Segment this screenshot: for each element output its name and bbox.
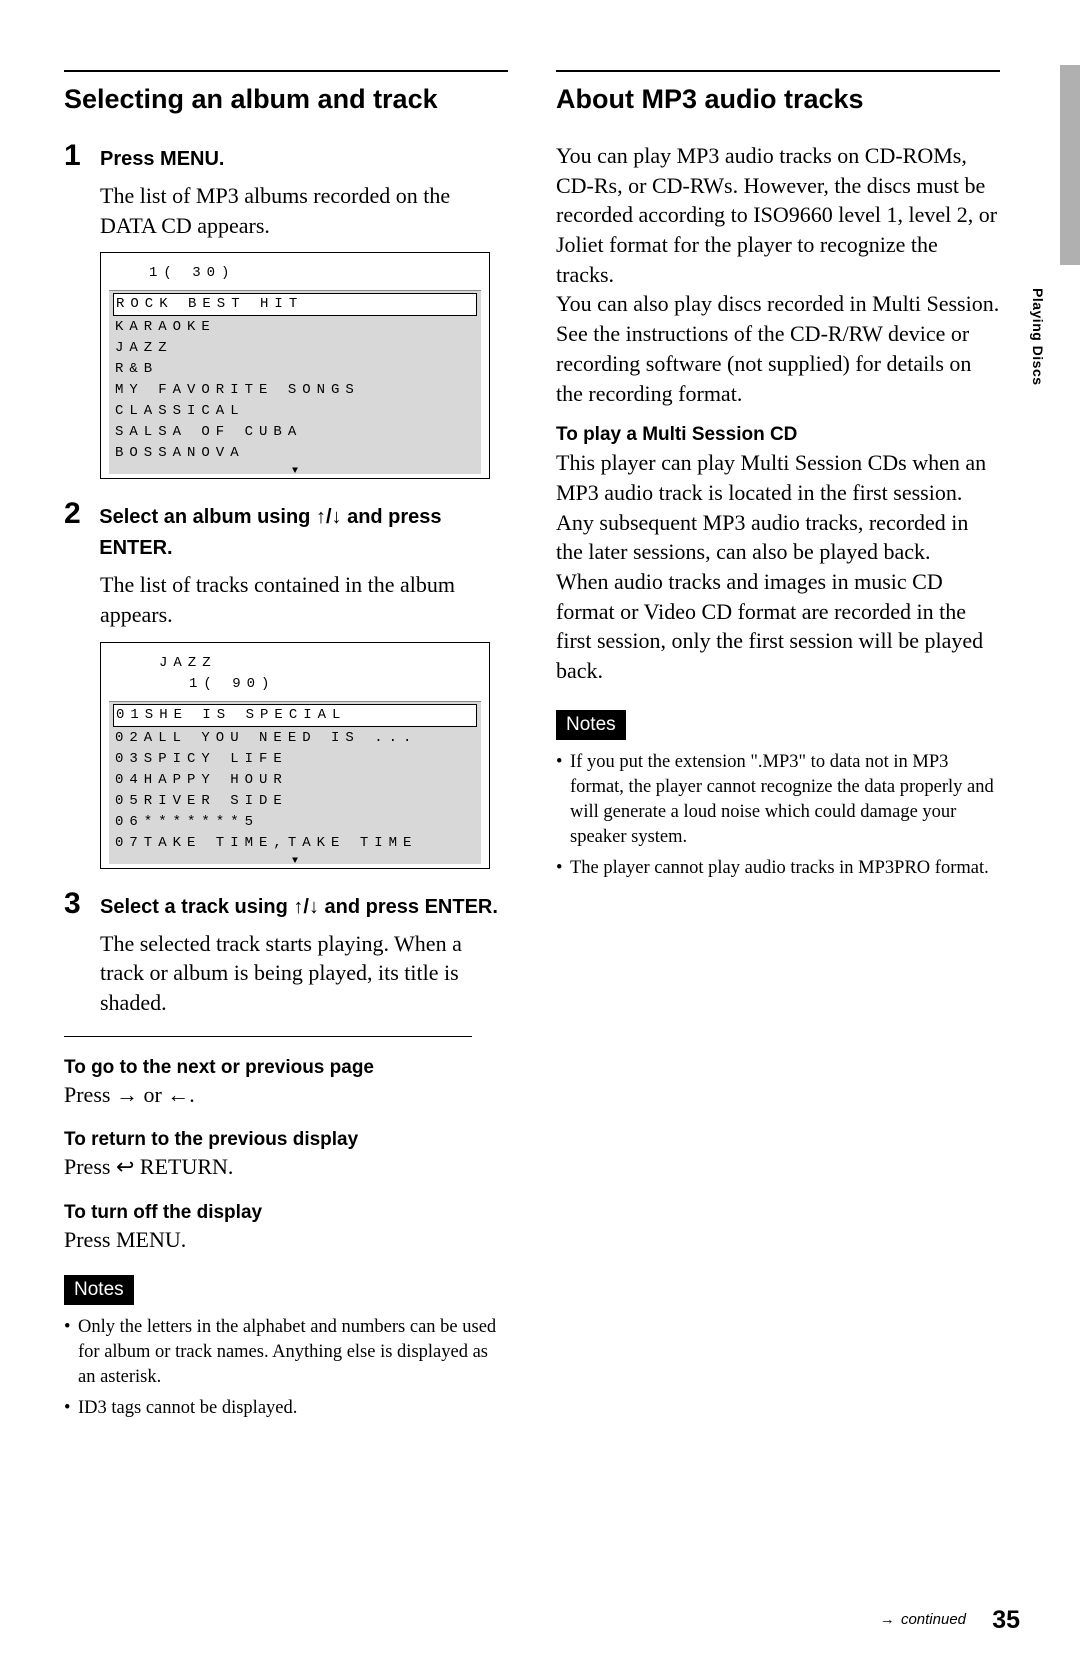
more-indicator-icon: ▼ [113, 854, 477, 864]
track-listbox: 01SHE IS SPECIAL 02ALL YOU NEED IS ... 0… [109, 701, 481, 864]
step-3-title: Select a track using ↑/↓ and press ENTER… [100, 892, 498, 923]
text: Press [64, 1154, 116, 1179]
step-3-title-post: and press ENTER. [319, 896, 498, 918]
next-prev-heading: To go to the next or previous page [64, 1057, 508, 1079]
list-item: MY FAVORITE SONGS [113, 380, 477, 401]
section-tab: Playing Discs [1030, 288, 1046, 386]
notes-badge: Notes [556, 710, 626, 740]
left-notes-list: Only the letters in the alphabet and num… [64, 1315, 508, 1421]
list-item: CLASSICAL [113, 401, 477, 422]
list-item: 06*******5 [113, 812, 477, 833]
step-2-title: Select an album using ↑/↓ and press ENTE… [99, 502, 508, 564]
down-arrow-icon: ↓ [332, 506, 342, 528]
list-item: 05RIVER SIDE [113, 791, 477, 812]
margin-accent [1060, 65, 1080, 265]
up-arrow-icon: ↑ [316, 506, 326, 528]
multisession-body: This player can play Multi Session CDs w… [556, 448, 1000, 686]
step-3: 3 Select a track using ↑/↓ and press ENT… [64, 889, 508, 923]
list-item: BOSSANOVA [113, 443, 477, 464]
text: . [189, 1082, 195, 1107]
next-prev-body: Press → or ←. [64, 1081, 508, 1110]
list-item: 03SPICY LIFE [113, 749, 477, 770]
list-item: JAZZ [113, 338, 477, 359]
page-number: 35 [992, 1606, 1020, 1634]
album-selected-row: ROCK BEST HIT [113, 293, 477, 316]
step-1-number: 1 [64, 141, 90, 171]
more-indicator-icon: ▼ [113, 464, 477, 474]
selecting-heading: Selecting an album and track [64, 70, 508, 115]
list-item: R&B [113, 359, 477, 380]
up-arrow-icon: ↑ [293, 896, 303, 918]
page-footer: → continued 35 [880, 1606, 1020, 1635]
text: RETURN. [134, 1154, 233, 1179]
album-screen-counter: 1( 30) [109, 263, 481, 284]
note-item: Only the letters in the alphabet and num… [64, 1315, 508, 1390]
right-arrow-icon: → [116, 1082, 138, 1107]
turnoff-body: Press MENU. [64, 1226, 508, 1255]
left-column: Selecting an album and track 1 Press MEN… [64, 70, 508, 1426]
left-arrow-icon: ← [167, 1082, 189, 1107]
step-2-title-pre: Select an album using [99, 506, 316, 528]
list-item: 07TAKE TIME,TAKE TIME [113, 833, 477, 854]
text: or [138, 1082, 167, 1107]
right-column: About MP3 audio tracks You can play MP3 … [556, 70, 1020, 1426]
text: Press [64, 1082, 116, 1107]
turnoff-heading: To turn off the display [64, 1202, 508, 1224]
right-notes-list: If you put the extension ".MP3" to data … [556, 750, 1000, 881]
album-listbox: ROCK BEST HIT KARAOKE JAZZ R&B MY FAVORI… [109, 290, 481, 474]
step-3-number: 3 [64, 889, 90, 919]
step-2: 2 Select an album using ↑/↓ and press EN… [64, 499, 508, 564]
multisession-heading: To play a Multi Session CD [556, 424, 1000, 446]
step-1: 1 Press MENU. [64, 141, 508, 175]
album-list-screen: 1( 30) ROCK BEST HIT KARAOKE JAZZ R&B MY… [100, 252, 490, 479]
notes-badge: Notes [64, 1275, 134, 1305]
step-2-body: The list of tracks contained in the albu… [100, 570, 508, 629]
list-item: KARAOKE [113, 317, 477, 338]
track-screen-counter: 1( 90) [109, 674, 481, 695]
track-screen-album: JAZZ [109, 653, 481, 674]
return-body: Press ↩ RETURN. [64, 1153, 508, 1182]
about-mp3-body: You can play MP3 audio tracks on CD-ROMs… [556, 141, 1000, 408]
note-item: If you put the extension ".MP3" to data … [556, 750, 1000, 850]
return-icon: ↩ [116, 1154, 134, 1179]
step-2-number: 2 [64, 499, 89, 529]
page-columns: Selecting an album and track 1 Press MEN… [0, 0, 1080, 1426]
track-selected-row: 01SHE IS SPECIAL [113, 704, 477, 727]
track-list-screen: JAZZ 1( 90) 01SHE IS SPECIAL 02ALL YOU N… [100, 642, 490, 869]
step-3-title-pre: Select a track using [100, 896, 293, 918]
step-1-title: Press MENU. [100, 144, 225, 175]
return-heading: To return to the previous display [64, 1129, 508, 1151]
continued-label: continued [901, 1611, 966, 1628]
note-item: ID3 tags cannot be displayed. [64, 1396, 508, 1421]
step-1-body: The list of MP3 albums recorded on the D… [100, 181, 508, 240]
continued-arrow-icon: → [880, 1611, 895, 1628]
about-mp3-heading: About MP3 audio tracks [556, 70, 1000, 115]
separator-rule [64, 1036, 472, 1037]
note-item: The player cannot play audio tracks in M… [556, 856, 1000, 881]
list-item: 04HAPPY HOUR [113, 770, 477, 791]
down-arrow-icon: ↓ [309, 896, 319, 918]
step-3-body: The selected track starts playing. When … [100, 929, 508, 1018]
list-item: 02ALL YOU NEED IS ... [113, 728, 477, 749]
list-item: SALSA OF CUBA [113, 422, 477, 443]
